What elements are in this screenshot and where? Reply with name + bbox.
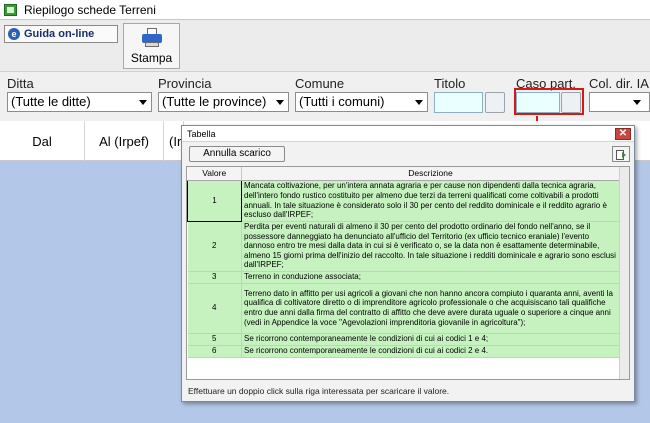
e-help-icon: e — [8, 28, 20, 40]
column-header-dal[interactable]: Dal — [0, 121, 85, 161]
provincia-value: (Tutte le province) — [162, 94, 267, 109]
guida-online-label: Guida on-line — [24, 28, 95, 40]
column-header-valore[interactable]: Valore — [187, 167, 242, 181]
chevron-down-icon — [139, 100, 147, 105]
provincia-label: Provincia — [158, 76, 212, 91]
comune-select[interactable]: (Tutti i comuni) — [295, 92, 428, 112]
row-valore: 4 — [187, 283, 242, 334]
row-valore: 5 — [187, 333, 242, 346]
tabella-dialog: Tabella ✕ Annulla scarico Valore Descriz… — [181, 125, 635, 402]
row-valore: 2 — [187, 221, 242, 272]
table-row[interactable]: 6 Se ricorrono contemporaneamente le con… — [187, 345, 620, 358]
printer-icon — [141, 28, 163, 48]
stampa-label: Stampa — [130, 51, 173, 65]
col-dir-select[interactable] — [589, 92, 650, 112]
provincia-select[interactable]: (Tutte le province) — [158, 92, 289, 112]
titolo-input[interactable] — [434, 92, 483, 113]
dialog-title: Tabella — [187, 129, 216, 139]
row-descrizione: Se ricorrono contemporaneamente le condi… — [241, 333, 620, 346]
chevron-down-icon — [415, 100, 423, 105]
row-descrizione: Terreno dato in affitto per usi agricoli… — [241, 283, 620, 334]
column-header-al-irpef[interactable]: Al (Irpef) — [85, 121, 164, 161]
ditta-label: Ditta — [7, 76, 34, 91]
row-descrizione: Mancata coltivazione, per un'intera anna… — [241, 180, 620, 222]
table-row[interactable]: 5 Se ricorrono contemporaneamente le con… — [187, 333, 620, 346]
titolo-lookup-button[interactable] — [485, 92, 505, 113]
title-bar: Riepilogo schede Terreni — [0, 0, 650, 20]
window-title: Riepilogo schede Terreni — [24, 3, 156, 17]
dialog-hint: Effettuare un doppio click sulla riga in… — [188, 386, 450, 396]
table-row[interactable]: 4 Terreno dato in affitto per usi agrico… — [187, 283, 620, 334]
column-header-descrizione[interactable]: Descrizione — [241, 167, 620, 181]
values-table-container: Valore Descrizione 1 Mancata coltivazion… — [186, 166, 630, 380]
table-row[interactable]: 3 Terreno in conduzione associata; — [187, 271, 620, 284]
highlight-frame — [514, 88, 584, 115]
row-descrizione: Se ricorrono contemporaneamente le condi… — [241, 345, 620, 358]
row-descrizione: Perdita per eventi naturali di almeno il… — [241, 221, 620, 272]
table-scrollbar[interactable] — [619, 167, 629, 379]
chevron-down-icon — [633, 100, 641, 105]
comune-label: Comune — [295, 76, 345, 91]
row-valore: 1 — [187, 179, 242, 222]
row-valore: 3 — [187, 271, 242, 284]
ditta-value: (Tutte le ditte) — [11, 94, 91, 109]
toolbar: e Guida on-line Stampa — [0, 20, 650, 72]
export-icon[interactable] — [612, 146, 630, 162]
values-table: Valore Descrizione 1 Mancata coltivazion… — [187, 167, 620, 358]
table-header-row: Valore Descrizione — [187, 167, 620, 181]
row-valore: 6 — [187, 345, 242, 358]
table-row[interactable]: 2 Perdita per eventi naturali di almeno … — [187, 221, 620, 272]
ditta-select[interactable]: (Tutte le ditte) — [7, 92, 152, 112]
row-descrizione: Terreno in conduzione associata; — [241, 271, 620, 284]
table-row[interactable]: 1 Mancata coltivazione, per un'intera an… — [187, 179, 620, 222]
guida-online-button[interactable]: e Guida on-line — [4, 25, 118, 43]
close-icon[interactable]: ✕ — [615, 128, 631, 140]
col-dir-label: Col. dir. IA — [589, 76, 649, 91]
annulla-scarico-button[interactable]: Annulla scarico — [189, 146, 285, 162]
comune-value: (Tutti i comuni) — [299, 94, 385, 109]
titolo-label: Titolo — [434, 76, 466, 91]
app-icon — [4, 4, 17, 16]
chevron-down-icon — [276, 100, 284, 105]
dialog-title-bar: Tabella ✕ — [182, 126, 634, 142]
stampa-button[interactable]: Stampa — [123, 23, 180, 69]
